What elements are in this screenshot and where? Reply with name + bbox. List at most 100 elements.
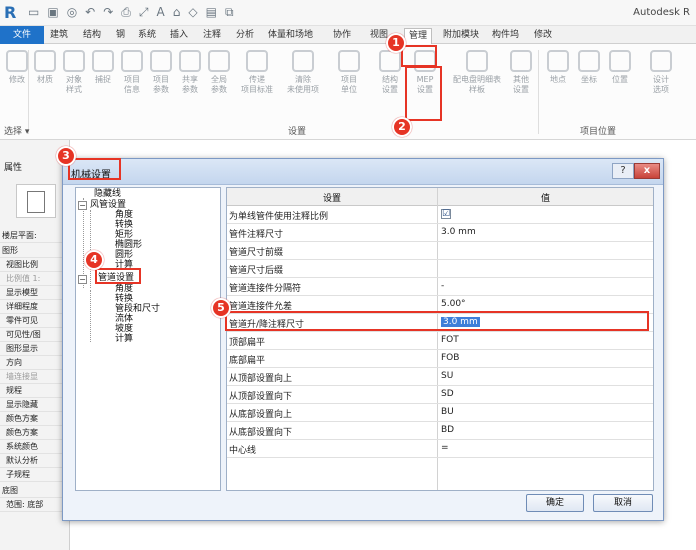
text-icon[interactable]: A <box>157 5 165 20</box>
tab-annotate[interactable]: 注释 <box>203 28 221 44</box>
section-icon[interactable]: ◇ <box>188 5 197 20</box>
prop-row[interactable]: 可见性/图 <box>0 328 70 342</box>
setting-value[interactable]: BD <box>441 425 646 435</box>
setting-value[interactable]: ☑ <box>441 209 646 219</box>
select-dropdown[interactable]: 选择 ▾ <box>4 124 29 137</box>
project-info-button[interactable]: 项目 信息 <box>117 50 147 95</box>
position-button[interactable]: 位置 <box>605 50 635 85</box>
prop-row[interactable]: 范围: 底部 <box>0 498 70 512</box>
help-button[interactable]: ? <box>612 163 634 179</box>
table-row[interactable]: 从底部设置向下 BD <box>227 422 653 440</box>
setting-value[interactable]: 5.00° <box>441 299 646 309</box>
tree-item-hidden-lines[interactable]: 隐藏线 <box>94 189 121 200</box>
open-icon[interactable]: ▭ <box>28 5 39 20</box>
revit-logo[interactable]: R <box>4 3 22 22</box>
prop-row[interactable]: 系统颜色 <box>0 440 70 454</box>
project-parameters-button[interactable]: 项目 参数 <box>146 50 176 95</box>
checkbox-checked-icon[interactable]: ☑ <box>441 209 451 219</box>
prop-row[interactable]: 方向 <box>0 356 70 370</box>
prop-row[interactable]: 图形显示 <box>0 342 70 356</box>
ribbon-tabs: 文件 建筑 结构 钢 系统 插入 注释 分析 体量和场地 协作 视图 管理 附加… <box>0 26 696 44</box>
tab-massing-site[interactable]: 体量和场地 <box>268 28 313 44</box>
ok-button[interactable]: 确定 <box>526 494 584 512</box>
setting-value[interactable]: FOB <box>441 353 646 363</box>
table-row[interactable]: 从底部设置向上 BU <box>227 404 653 422</box>
snaps-button[interactable]: 捕捉 <box>88 50 118 85</box>
save-icon[interactable]: ▣ <box>47 5 58 20</box>
setting-value[interactable]: = <box>441 443 646 453</box>
thin-lines-icon[interactable]: ▤ <box>206 5 217 20</box>
transfer-standards-button[interactable]: 传递 项目标准 <box>236 50 278 95</box>
table-row[interactable]: 底部扁平 FOB <box>227 350 653 368</box>
setting-value[interactable]: BU <box>441 407 646 417</box>
prop-row[interactable]: 规程 <box>0 384 70 398</box>
project-units-button[interactable]: 项目 单位 <box>334 50 364 95</box>
tab-systems[interactable]: 系统 <box>138 28 156 44</box>
tab-file[interactable]: 文件 <box>0 26 44 44</box>
tab-components[interactable]: 构件坞 <box>492 28 519 44</box>
switch-windows-icon[interactable]: ⧉ <box>225 5 234 20</box>
prop-row[interactable]: 显示隐藏 <box>0 398 70 412</box>
cancel-button[interactable]: 取消 <box>593 494 653 512</box>
prop-row[interactable]: 视图比例 <box>0 258 70 272</box>
close-button[interactable]: x <box>634 163 660 179</box>
table-row[interactable]: 管道尺寸后缀 <box>227 260 653 278</box>
prop-row[interactable]: 默认分析 <box>0 454 70 468</box>
highlight-manage-tab <box>401 45 437 67</box>
tab-architecture[interactable]: 建筑 <box>50 28 68 44</box>
view-3d-icon[interactable]: ⌂ <box>173 5 181 20</box>
tab-analyze[interactable]: 分析 <box>236 28 254 44</box>
tab-collaborate[interactable]: 协作 <box>333 28 351 44</box>
tab-structure[interactable]: 结构 <box>83 28 101 44</box>
prop-row[interactable]: 详细程度 <box>0 300 70 314</box>
collapse-toggle-icon[interactable]: − <box>78 275 87 284</box>
tree-item-pipe-calculation[interactable]: 计算 <box>115 334 133 345</box>
setting-value[interactable]: SU <box>441 371 646 381</box>
project-location-group-label: 项目位置 <box>580 127 617 137</box>
panel-schedule-templates-button[interactable]: 配电盘明细表 样板 <box>448 50 506 95</box>
measure-icon[interactable]: ⤢ <box>139 5 149 20</box>
setting-value[interactable]: SD <box>441 389 646 399</box>
tab-steel[interactable]: 钢 <box>116 28 125 44</box>
sync-icon[interactable]: ◎ <box>67 5 77 20</box>
design-options-button[interactable]: 设计 选项 <box>646 50 676 95</box>
setting-value[interactable]: FOT <box>441 335 646 345</box>
tab-add-ins[interactable]: 附加模块 <box>443 28 479 44</box>
dialog-titlebar[interactable]: 机械设置 ? x <box>63 159 663 185</box>
prop-row[interactable]: 颜色方案 <box>0 426 70 440</box>
location-button[interactable]: 地点 <box>543 50 573 85</box>
tab-modify[interactable]: 修改 <box>534 28 552 44</box>
table-row[interactable]: 管道连接件分隔符 - <box>227 278 653 296</box>
prop-row[interactable]: 子规程 <box>0 468 70 482</box>
table-row[interactable]: 为单线管件使用注释比例 ☑ <box>227 206 653 224</box>
table-header: 设置 值 <box>227 188 653 206</box>
table-row[interactable]: 顶部扁平 FOT <box>227 332 653 350</box>
type-thumbnail[interactable] <box>16 184 56 218</box>
tab-insert[interactable]: 插入 <box>170 28 188 44</box>
coordinates-button[interactable]: 坐标 <box>574 50 604 85</box>
redo-icon[interactable]: ↷ <box>103 5 113 20</box>
table-row[interactable]: 从顶部设置向上 SU <box>227 368 653 386</box>
table-row[interactable]: 管件注释尺寸 3.0 mm <box>227 224 653 242</box>
prop-row[interactable]: 颜色方案 <box>0 412 70 426</box>
table-row[interactable]: 管道尺寸前缀 <box>227 242 653 260</box>
setting-value[interactable]: - <box>441 281 646 291</box>
prop-row[interactable]: 显示模型 <box>0 286 70 300</box>
type-selector[interactable]: 楼层平面: <box>0 229 70 243</box>
additional-settings-button[interactable]: 其他 设置 <box>506 50 536 95</box>
tab-manage[interactable]: 管理 <box>404 28 433 44</box>
print-icon[interactable]: ⎙ <box>121 5 131 20</box>
setting-value[interactable]: 3.0 mm <box>441 227 646 237</box>
materials-button[interactable]: 材质 <box>30 50 60 85</box>
purge-unused-button[interactable]: 清除 未使用项 <box>282 50 324 95</box>
shared-parameters-button[interactable]: 共享 参数 <box>175 50 205 95</box>
undo-icon[interactable]: ↶ <box>85 5 95 20</box>
object-styles-button[interactable]: 对象 样式 <box>59 50 89 95</box>
table-row[interactable]: 中心线 = <box>227 440 653 458</box>
collapse-toggle-icon[interactable]: − <box>78 201 87 210</box>
table-row[interactable]: 从顶部设置向下 SD <box>227 386 653 404</box>
prop-row[interactable]: 零件可见 <box>0 314 70 328</box>
global-parameters-button[interactable]: 全局 参数 <box>204 50 234 95</box>
position-icon <box>609 50 631 72</box>
column-header-value: 值 <box>540 194 550 204</box>
